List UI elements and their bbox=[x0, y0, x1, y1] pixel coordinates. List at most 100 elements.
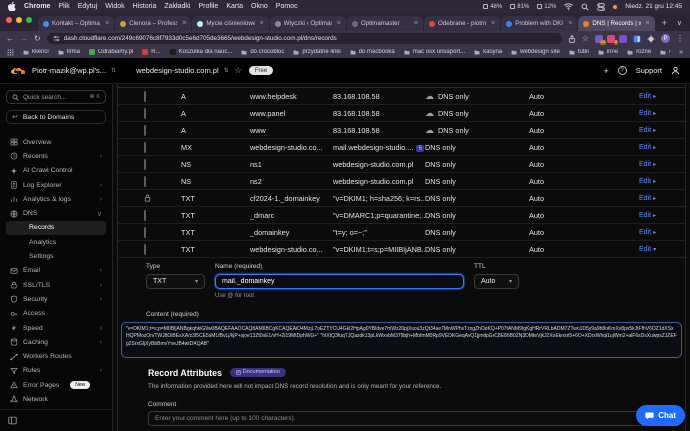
sidebar-item-recents[interactable]: Recents › bbox=[6, 149, 106, 163]
help-icon[interactable]: ? bbox=[617, 66, 627, 75]
row-checkbox[interactable] bbox=[144, 107, 146, 119]
type-select[interactable]: TXT ▾ bbox=[146, 274, 205, 289]
row-checkbox[interactable] bbox=[144, 243, 146, 255]
row-checkbox[interactable] bbox=[144, 209, 146, 221]
ext-purple-icon[interactable]: 14 bbox=[595, 34, 606, 45]
sidebar-item-settings[interactable]: Settings bbox=[6, 249, 106, 263]
sidebar-item-analytics-logs[interactable]: Analytics & logs › bbox=[6, 192, 106, 206]
sidebar-item-log-explorer[interactable]: Log Explorer › bbox=[6, 178, 106, 192]
menubar-item-zakładki[interactable]: Zakładki bbox=[164, 3, 190, 10]
zoom-window-button[interactable] bbox=[26, 16, 32, 23]
bookmark-item[interactable]: webdesign site bbox=[511, 49, 560, 55]
add-site-button[interactable]: + bbox=[603, 66, 608, 76]
browser-tab[interactable]: Problem with DKIM × bbox=[501, 16, 578, 31]
browser-tab[interactable]: DNS | Records | we × bbox=[578, 16, 655, 31]
bookmark-item[interactable]: R... bbox=[142, 49, 161, 55]
apps-grid-icon[interactable] bbox=[7, 49, 14, 56]
new-tab-button[interactable]: + bbox=[656, 18, 673, 31]
reload-icon[interactable]: ↻ bbox=[34, 34, 41, 43]
edit-record-button[interactable]: Edit ▸ bbox=[639, 127, 685, 134]
cloudflare-logo-icon[interactable] bbox=[10, 67, 25, 75]
bookmark-item[interactable]: tutki bbox=[569, 49, 589, 55]
browser-tab[interactable]: Wtyczki ‹ Optimam × bbox=[269, 16, 346, 31]
bookmark-item[interactable]: do macbooka bbox=[350, 49, 395, 55]
menubar-item-historia[interactable]: Historia bbox=[133, 3, 157, 10]
sidebar-item-dns[interactable]: DNS ∨ bbox=[6, 206, 106, 220]
comment-field[interactable] bbox=[148, 410, 675, 426]
sidebar-item-email[interactable]: Email › bbox=[6, 264, 106, 278]
tab-close-icon[interactable]: × bbox=[566, 20, 572, 27]
bookmark-item[interactable]: różne bbox=[627, 49, 651, 55]
ext-pink-icon[interactable]: 2 bbox=[607, 34, 618, 45]
tab-close-icon[interactable]: × bbox=[412, 20, 418, 27]
bookmarks-overflow-chevron[interactable]: » bbox=[679, 49, 683, 56]
favorite-domain-star-icon[interactable]: ☆ bbox=[235, 66, 242, 75]
sidebar-item-caching[interactable]: Caching › bbox=[6, 335, 106, 349]
forward-icon[interactable]: → bbox=[20, 34, 28, 43]
edit-record-button[interactable]: Edit ▸ bbox=[639, 161, 685, 168]
extensions-puzzle-icon[interactable] bbox=[647, 35, 655, 43]
domain-switcher[interactable]: webdesign-studio.com.pl ⇅ bbox=[136, 66, 229, 75]
sidebar-item-security[interactable]: Security › bbox=[6, 292, 106, 306]
menubar-item-plik[interactable]: Plik bbox=[58, 3, 69, 10]
collapse-sidebar-icon[interactable] bbox=[8, 416, 17, 425]
edit-record-button[interactable]: Edit ▸ bbox=[639, 195, 685, 202]
apple-icon[interactable] bbox=[8, 2, 16, 11]
menubar-item-edytuj[interactable]: Edytuj bbox=[78, 3, 97, 10]
tab-close-icon[interactable]: × bbox=[644, 20, 650, 27]
address-bar[interactable]: dash.cloudflare.com/249c69076c8f7933d0c5… bbox=[46, 33, 562, 44]
menubar-item-chrome[interactable]: Chrome bbox=[24, 3, 50, 10]
bookmark-item[interactable]: inne bbox=[598, 49, 618, 55]
sidebar-item-ssl-tls[interactable]: SSL/TLS › bbox=[6, 278, 106, 292]
sidebar-item-access[interactable]: Access bbox=[6, 307, 106, 321]
row-checkbox[interactable] bbox=[144, 226, 146, 238]
back-to-domains-button[interactable]: ↩ Back to Domains bbox=[6, 110, 106, 124]
name-field[interactable] bbox=[215, 274, 464, 289]
back-icon[interactable]: ← bbox=[6, 34, 14, 43]
bookmark-item[interactable]: do linuxa bbox=[660, 49, 670, 55]
ttl-select[interactable]: Auto ▾ bbox=[474, 274, 519, 289]
tab-close-icon[interactable]: × bbox=[335, 20, 341, 27]
browser-menu-kebab-icon[interactable]: ⋮ bbox=[676, 34, 684, 43]
edit-record-button[interactable]: Edit ▸ bbox=[639, 212, 685, 219]
sidebar-item-speed[interactable]: Speed › bbox=[6, 321, 106, 335]
row-checkbox[interactable] bbox=[144, 124, 146, 136]
menubar-item-pomoc[interactable]: Pomoc bbox=[276, 3, 298, 10]
edit-record-button[interactable]: Edit ▸ bbox=[639, 144, 685, 151]
row-checkbox[interactable] bbox=[144, 158, 146, 170]
sidebar-item-error-pages[interactable]: Error Pages New bbox=[6, 378, 106, 392]
bookmark-star-icon[interactable]: ☆ bbox=[582, 34, 589, 43]
bookmark-item[interactable]: kasyna bbox=[474, 49, 502, 55]
edit-record-button[interactable]: Edit ▾ bbox=[639, 246, 685, 253]
tab-close-icon[interactable]: × bbox=[103, 20, 109, 27]
row-checkbox[interactable] bbox=[144, 90, 146, 102]
bookmark-item[interactable]: firma bbox=[58, 49, 80, 55]
support-menu[interactable]: Support bbox=[636, 66, 662, 75]
browser-tab[interactable]: Mycie ciśnieniowe × bbox=[192, 16, 269, 31]
edit-record-button[interactable]: Edit ▸ bbox=[639, 93, 685, 100]
sidebar-item-analytics[interactable]: Analytics bbox=[6, 235, 106, 249]
edit-record-button[interactable]: Edit ▸ bbox=[639, 178, 685, 185]
close-window-button[interactable] bbox=[6, 16, 12, 23]
side-panel-icon[interactable] bbox=[633, 35, 641, 43]
browser-tab[interactable]: Odebrane - piotrm × bbox=[424, 16, 501, 31]
browser-tab[interactable]: Optimamaster × bbox=[346, 16, 424, 31]
spotlight-search-icon[interactable] bbox=[581, 3, 589, 11]
bookmark-item[interactable]: przydatne linki bbox=[293, 49, 341, 55]
control-center-icon[interactable] bbox=[597, 2, 605, 11]
sidebar-item-records[interactable]: Records bbox=[6, 220, 106, 236]
sidebar-item-overview[interactable]: Overview bbox=[6, 135, 106, 149]
tab-close-icon[interactable]: × bbox=[180, 20, 186, 27]
user-icon[interactable] bbox=[671, 66, 680, 75]
chat-button[interactable]: Chat bbox=[636, 405, 685, 426]
sidebar-item-network[interactable]: Network bbox=[6, 392, 106, 406]
menubar-item-profile[interactable]: Profile bbox=[198, 3, 218, 10]
menubar-item-karta[interactable]: Karta bbox=[226, 3, 243, 10]
browser-tab[interactable]: Clenora – Professio× bbox=[115, 16, 192, 31]
bookmark-item[interactable]: Odrabiamy.pl bbox=[89, 49, 133, 55]
sidebar-item-ai-crawl-control[interactable]: AI Crawl Control bbox=[6, 164, 106, 178]
content-field[interactable]: "v=DKIM1;t=s;p=MIIBIjANBgkqhkiG9w0BAQEFA… bbox=[121, 321, 682, 358]
edit-record-button[interactable]: Edit ▸ bbox=[639, 229, 685, 236]
tab-close-icon[interactable]: × bbox=[489, 20, 495, 27]
browser-tab[interactable]: Kontakt – Optimam × bbox=[38, 16, 115, 31]
